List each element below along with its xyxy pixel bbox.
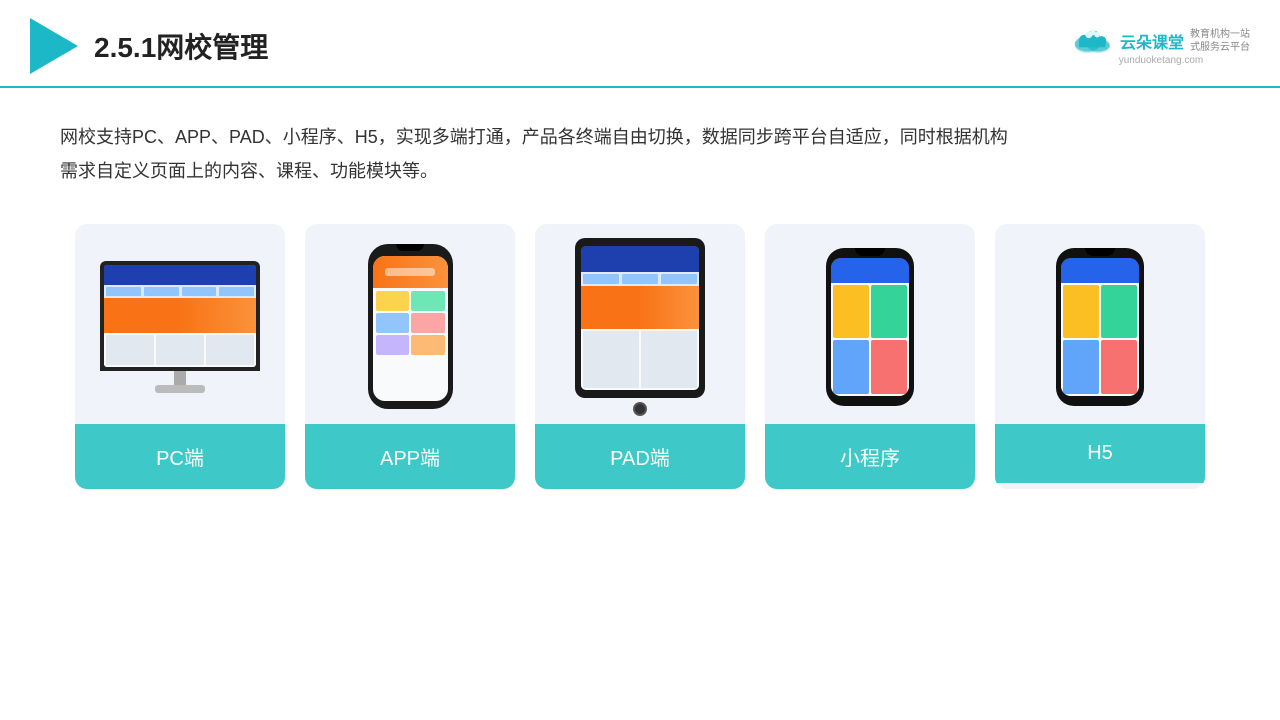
miniprogram-screen-body <box>831 283 909 396</box>
description-text: 网校支持PC、APP、PAD、小程序、H5，实现多端打通，产品各终端自由切换，数… <box>0 88 1280 204</box>
tablet-nav-item <box>583 274 619 284</box>
card-h5: H5 <box>995 224 1205 489</box>
app-phone-screen <box>373 256 448 401</box>
miniprogram-phone-outer <box>826 248 914 406</box>
h5-phone-outer <box>1056 248 1144 406</box>
app-phone-notch <box>396 244 424 251</box>
card-app-label: APP端 <box>305 424 515 489</box>
tablet-screen-header <box>581 246 699 272</box>
h5-phone-notch <box>1085 248 1115 256</box>
h5-cell <box>1101 340 1137 394</box>
pc-screen-header <box>104 265 256 285</box>
tablet-nav-item <box>622 274 658 284</box>
miniprogram-phone-notch <box>855 248 885 256</box>
brand-logo: 云朵课堂 教育机构一站 式服务云平台 <box>1072 27 1250 55</box>
app-hero-text <box>385 268 435 276</box>
h5-cell <box>1063 285 1099 339</box>
page-header: 2.5.1网校管理 云朵课堂 教育机构一站 式服务云平台 yu <box>0 0 1280 88</box>
h5-cell <box>1101 285 1137 339</box>
tablet-content-col <box>641 331 697 387</box>
pc-nav-item <box>219 287 254 295</box>
cloud-icon <box>1072 27 1114 55</box>
tablet-nav-item <box>661 274 697 284</box>
device-cards-container: PC端 <box>0 204 1280 519</box>
h5-preview <box>995 224 1205 424</box>
app-screen-top <box>373 256 448 288</box>
miniprogram-preview <box>765 224 975 424</box>
miniprogram-cell <box>833 340 869 394</box>
card-pad-label: PAD端 <box>535 424 745 489</box>
logo-icon <box>30 18 78 74</box>
miniprogram-screen-header <box>831 258 909 283</box>
brand-slogan-line2: 式服务云平台 <box>1190 41 1250 54</box>
app-cell <box>411 291 445 311</box>
miniprogram-phone-screen <box>831 258 909 396</box>
monitor-screen-outer <box>100 261 260 371</box>
tablet-hero <box>581 286 699 329</box>
h5-cell <box>1063 340 1099 394</box>
monitor-neck <box>174 371 186 385</box>
card-app: APP端 <box>305 224 515 489</box>
pc-content-col <box>106 335 154 365</box>
monitor-screen-inner <box>104 265 256 367</box>
pad-preview <box>535 224 745 424</box>
brand-name: 云朵课堂 <box>1120 29 1184 53</box>
tablet-screen <box>581 246 699 390</box>
pc-content-col <box>206 335 254 365</box>
tablet-outer <box>575 238 705 398</box>
description-line1: 网校支持PC、APP、PAD、小程序、H5，实现多端打通，产品各终端自由切换，数… <box>60 120 1220 154</box>
pc-screen-hero <box>104 298 256 334</box>
card-pad: PAD端 <box>535 224 745 489</box>
h5-screen-header <box>1061 258 1139 283</box>
miniprogram-phone <box>825 248 915 406</box>
app-cell <box>411 335 445 355</box>
monitor-device <box>100 261 260 393</box>
pc-screen-content <box>104 333 256 367</box>
card-pc: PC端 <box>75 224 285 489</box>
tablet-content-col <box>583 331 639 387</box>
tablet-device <box>575 238 705 416</box>
app-cell <box>376 313 410 333</box>
brand-url: yunduoketang.com <box>1119 55 1204 66</box>
miniprogram-cell <box>871 340 907 394</box>
card-miniprogram-label: 小程序 <box>765 424 975 489</box>
tablet-screen-nav <box>581 272 699 286</box>
app-preview <box>305 224 515 424</box>
card-miniprogram: 小程序 <box>765 224 975 489</box>
pc-content-col <box>156 335 204 365</box>
app-cell <box>376 335 410 355</box>
brand-area: 云朵课堂 教育机构一站 式服务云平台 yunduoketang.com <box>1072 27 1250 66</box>
h5-phone-screen <box>1061 258 1139 396</box>
card-pc-label: PC端 <box>75 424 285 489</box>
pc-nav-item <box>106 287 141 295</box>
tablet-home-btn <box>633 402 647 416</box>
pc-nav-item <box>144 287 179 295</box>
monitor-base <box>155 385 205 393</box>
miniprogram-cell <box>871 285 907 339</box>
pc-preview <box>75 224 285 424</box>
page-title: 2.5.1网校管理 <box>94 26 268 66</box>
app-phone-device <box>368 244 453 409</box>
pc-screen-nav <box>104 285 256 297</box>
description-line2: 需求自定义页面上的内容、课程、功能模块等。 <box>60 154 1220 188</box>
pc-nav-item <box>182 287 217 295</box>
miniprogram-cell <box>833 285 869 339</box>
app-screen-body <box>373 288 448 358</box>
app-cell <box>411 313 445 333</box>
brand-slogan-line1: 教育机构一站 <box>1190 28 1250 41</box>
h5-phone <box>1055 248 1145 406</box>
tablet-content <box>581 329 699 389</box>
card-h5-label: H5 <box>995 424 1205 483</box>
app-cell <box>376 291 410 311</box>
header-left: 2.5.1网校管理 <box>30 18 268 74</box>
h5-screen-body <box>1061 283 1139 396</box>
